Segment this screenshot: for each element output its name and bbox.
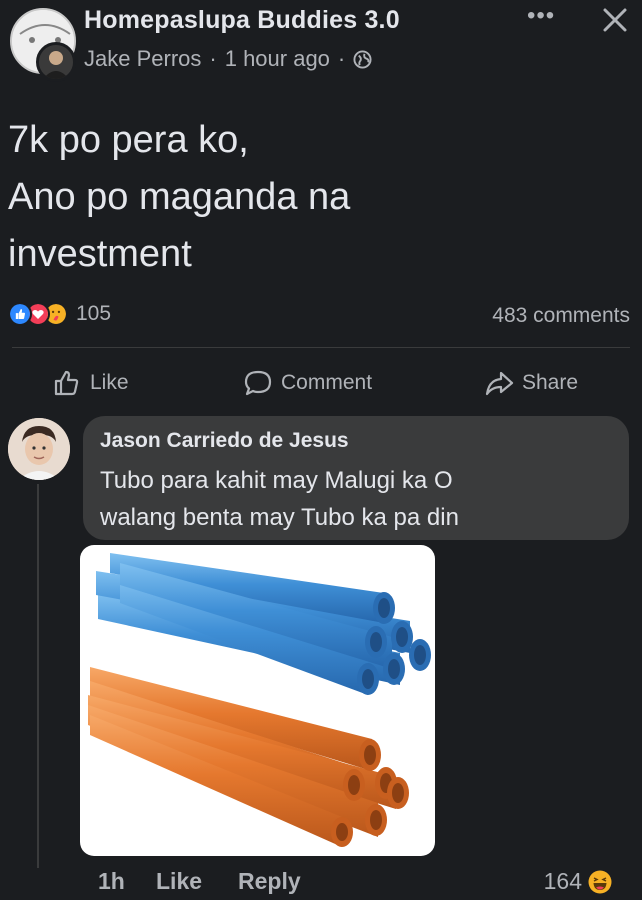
author-avatar[interactable] bbox=[36, 42, 76, 82]
share-label: Share bbox=[522, 371, 579, 394]
like-reaction-icon bbox=[8, 302, 32, 326]
like-button[interactable]: Like bbox=[52, 368, 129, 398]
post-line: Ano po maganda na bbox=[8, 176, 351, 218]
comment-icon bbox=[244, 370, 272, 396]
globe-icon bbox=[353, 49, 372, 69]
comment-like-button[interactable]: Like bbox=[156, 868, 202, 895]
comment-text: Tubo para kahit may Malugi ka O walang b… bbox=[100, 462, 459, 536]
haha-icon bbox=[588, 870, 612, 893]
post-meta: Jake Perros · 1 hour ago · bbox=[84, 46, 372, 72]
comment-reply-button[interactable]: Reply bbox=[238, 868, 301, 895]
reaction-count: 105 bbox=[76, 302, 112, 325]
comment-time[interactable]: 1h bbox=[98, 868, 125, 895]
like-icon bbox=[54, 370, 79, 396]
pvc-pipes-image[interactable] bbox=[80, 545, 435, 856]
comments-count[interactable]: 483 comments bbox=[492, 304, 630, 328]
share-icon bbox=[485, 371, 514, 396]
commenter-avatar[interactable] bbox=[8, 418, 70, 480]
comment-button[interactable]: Comment bbox=[243, 368, 372, 398]
group-name[interactable]: Homepaslupa Buddies 3.0 bbox=[84, 6, 400, 35]
post-body: 7k po pera ko, Ano po maganda na investm… bbox=[8, 112, 628, 283]
comment-label: Comment bbox=[281, 371, 373, 394]
share-button[interactable]: Share bbox=[484, 368, 578, 398]
more-icon[interactable]: ••• bbox=[527, 2, 555, 30]
comment-reaction-count: 164 bbox=[543, 868, 582, 894]
comment-line: Tubo para kahit may Malugi ka O bbox=[100, 467, 453, 494]
divider bbox=[12, 347, 630, 348]
reaction-summary[interactable]: 105 bbox=[8, 302, 111, 326]
post-line: investment bbox=[8, 233, 192, 275]
comment-reactions[interactable]: 164 bbox=[544, 868, 612, 895]
close-icon[interactable] bbox=[601, 6, 629, 34]
commenter-name[interactable]: Jason Carriedo de Jesus bbox=[100, 429, 349, 453]
comment-line: walang benta may Tubo ka pa din bbox=[100, 504, 459, 531]
meta-separator: · bbox=[337, 46, 346, 71]
author-name[interactable]: Jake Perros bbox=[84, 46, 201, 72]
like-label: Like bbox=[90, 371, 129, 394]
meta-separator: · bbox=[209, 46, 217, 71]
post-line: 7k po pera ko, bbox=[8, 119, 249, 161]
post-time[interactable]: 1 hour ago bbox=[225, 46, 330, 72]
thread-line bbox=[37, 484, 39, 868]
